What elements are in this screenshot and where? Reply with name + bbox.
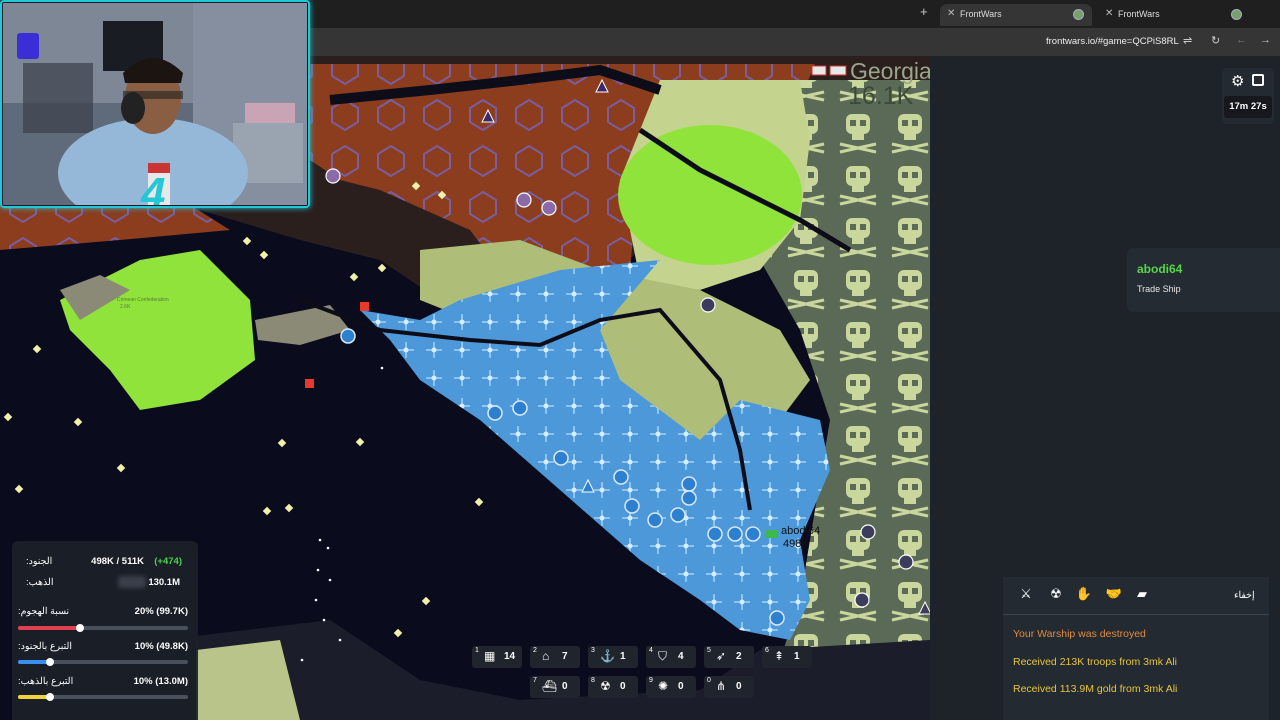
troop-donate-label: :التبرع بالجنود <box>18 641 73 652</box>
sam-launcher-icon: ⇞ <box>774 649 785 663</box>
build-count: 1 <box>620 651 626 662</box>
browser-tab-active[interactable]: ✕ FrontWars <box>940 4 1092 26</box>
crimea-troops-label: 2.6K <box>120 304 131 310</box>
mirv-icon: ⋔ <box>716 679 727 693</box>
build-count: 0 <box>562 681 568 692</box>
defense-post-icon: ⛉ <box>658 649 668 663</box>
event-message: Received 213K troops from 3mk Ali <box>1013 656 1177 668</box>
donate-icon[interactable]: ✋ <box>1072 582 1096 606</box>
player-info-card <box>1127 248 1280 312</box>
close-icon[interactable]: ✕ <box>947 4 955 24</box>
warship-icon: ⛴ <box>542 679 558 693</box>
site-settings-icon[interactable]: ⇌ <box>1183 34 1192 47</box>
globe-icon <box>1073 9 1084 20</box>
hotkey-label: 9 <box>649 677 653 684</box>
attack-ratio-value: 20% (99.7K) <box>134 606 188 617</box>
hydrogen-bomb-icon: ✺ <box>658 679 669 693</box>
forward-icon[interactable]: → <box>1260 34 1271 46</box>
chat-icon[interactable]: ▰ <box>1130 582 1154 606</box>
factory-icon: ⌂ <box>542 649 550 663</box>
gold-donate-slider[interactable] <box>18 693 188 701</box>
attack-ratio-slider[interactable] <box>18 624 188 632</box>
build-button-mirv[interactable]: 0 ⋔ 0 <box>704 676 754 698</box>
build-button-defense-post[interactable]: 4 ⛉ 4 <box>646 646 696 668</box>
build-button-atom-bomb[interactable]: 8 ☢ 0 <box>588 676 638 698</box>
troop-donate-slider[interactable] <box>18 658 188 666</box>
tab-title: FrontWars <box>1118 9 1160 19</box>
gold-value: 130.1M <box>148 577 180 588</box>
divider <box>1003 614 1269 615</box>
troops-delta: (+474) <box>154 556 182 567</box>
hotkey-label: 5 <box>707 647 711 654</box>
troop-donate-value: 10% (49.8K) <box>134 641 188 652</box>
url-field[interactable]: frontwars.io/#game=QCPiS8RL <box>1046 36 1179 47</box>
handshake-icon[interactable]: 🤝 <box>1102 582 1126 606</box>
hotkey-label: 6 <box>765 647 769 654</box>
browser-tab[interactable]: ✕ FrontWars <box>1098 4 1250 26</box>
gear-icon[interactable]: ⚙ <box>1231 72 1244 90</box>
troops-label: :الجنود <box>26 556 53 567</box>
player-name-map-label: abodi64 <box>781 525 821 537</box>
sword-icon[interactable]: ⚔ <box>1014 582 1038 606</box>
game-timer: 17m 27s <box>1224 96 1272 118</box>
player-stats-panel <box>12 541 198 720</box>
crimea-label: Crimean Confederation <box>117 297 169 303</box>
country-name-label: Georgia <box>850 58 930 84</box>
city-icon: ▦ <box>484 649 496 663</box>
build-button-city[interactable]: 1 ▦ 14 <box>472 646 522 668</box>
gold-donate-value: 10% (13.0M) <box>133 676 188 687</box>
build-count: 7 <box>562 651 568 662</box>
atom-bomb-icon: ☢ <box>600 679 611 693</box>
build-count: 0 <box>678 681 684 692</box>
hotkey-label: 4 <box>649 647 653 654</box>
hotkey-label: 1 <box>475 647 479 654</box>
hotkey-label: 8 <box>591 677 595 684</box>
build-count: 0 <box>736 681 742 692</box>
exit-icon[interactable] <box>1252 74 1264 86</box>
reload-icon[interactable]: ↻ <box>1211 34 1220 47</box>
build-count: 14 <box>504 651 516 662</box>
country-troops-label: 16.1K <box>848 82 914 110</box>
build-button-missile-silo[interactable]: 5 ➶ 2 <box>704 646 754 668</box>
player-troops-map-label: 498K <box>783 538 809 550</box>
build-button-warship[interactable]: 7 ⛴ 0 <box>530 676 580 698</box>
back-icon[interactable]: ← <box>1236 34 1247 46</box>
port-icon: ⚓ <box>600 649 615 663</box>
gold-label: :الذهب <box>26 577 54 588</box>
tab-title: FrontWars <box>960 9 1002 19</box>
gold-donate-label: :التبرع بالذهب <box>18 676 74 687</box>
nuke-icon[interactable]: ☢ <box>1044 582 1068 606</box>
build-count: 4 <box>678 651 684 662</box>
build-count: 0 <box>620 681 626 692</box>
player-info-name: abodi64 <box>1137 262 1183 276</box>
hide-events-button[interactable]: إخفاء <box>1234 590 1255 601</box>
hotkey-label: 2 <box>533 647 537 654</box>
event-message: Your Warship was destroyed <box>1013 628 1146 640</box>
build-count: 1 <box>794 651 800 662</box>
hotkey-label: 7 <box>533 677 537 684</box>
event-message: Received 113.9M gold from 3mk Ali <box>1013 683 1178 695</box>
webcam-frame <box>0 0 310 208</box>
build-button-hydrogen-bomb[interactable]: 9 ✺ 0 <box>646 676 696 698</box>
globe-icon <box>1231 9 1242 20</box>
hotkey-label: 3 <box>591 647 595 654</box>
troops-value: 498K / 511K <box>91 556 144 567</box>
build-button-sam-launcher[interactable]: 6 ⇞ 1 <box>762 646 812 668</box>
attack-ratio-label: :نسبة الهجوم <box>18 606 70 617</box>
missile-silo-icon: ➶ <box>716 649 727 663</box>
close-icon[interactable]: ✕ <box>1105 4 1113 24</box>
build-button-factory[interactable]: 2 ⌂ 7 <box>530 646 580 668</box>
hotkey-label: 0 <box>707 677 711 684</box>
build-count: 2 <box>736 651 742 662</box>
new-tab-button[interactable]: + <box>920 4 928 19</box>
player-info-unit: Trade Ship <box>1137 284 1181 294</box>
build-button-port[interactable]: 3 ⚓ 1 <box>588 646 638 668</box>
